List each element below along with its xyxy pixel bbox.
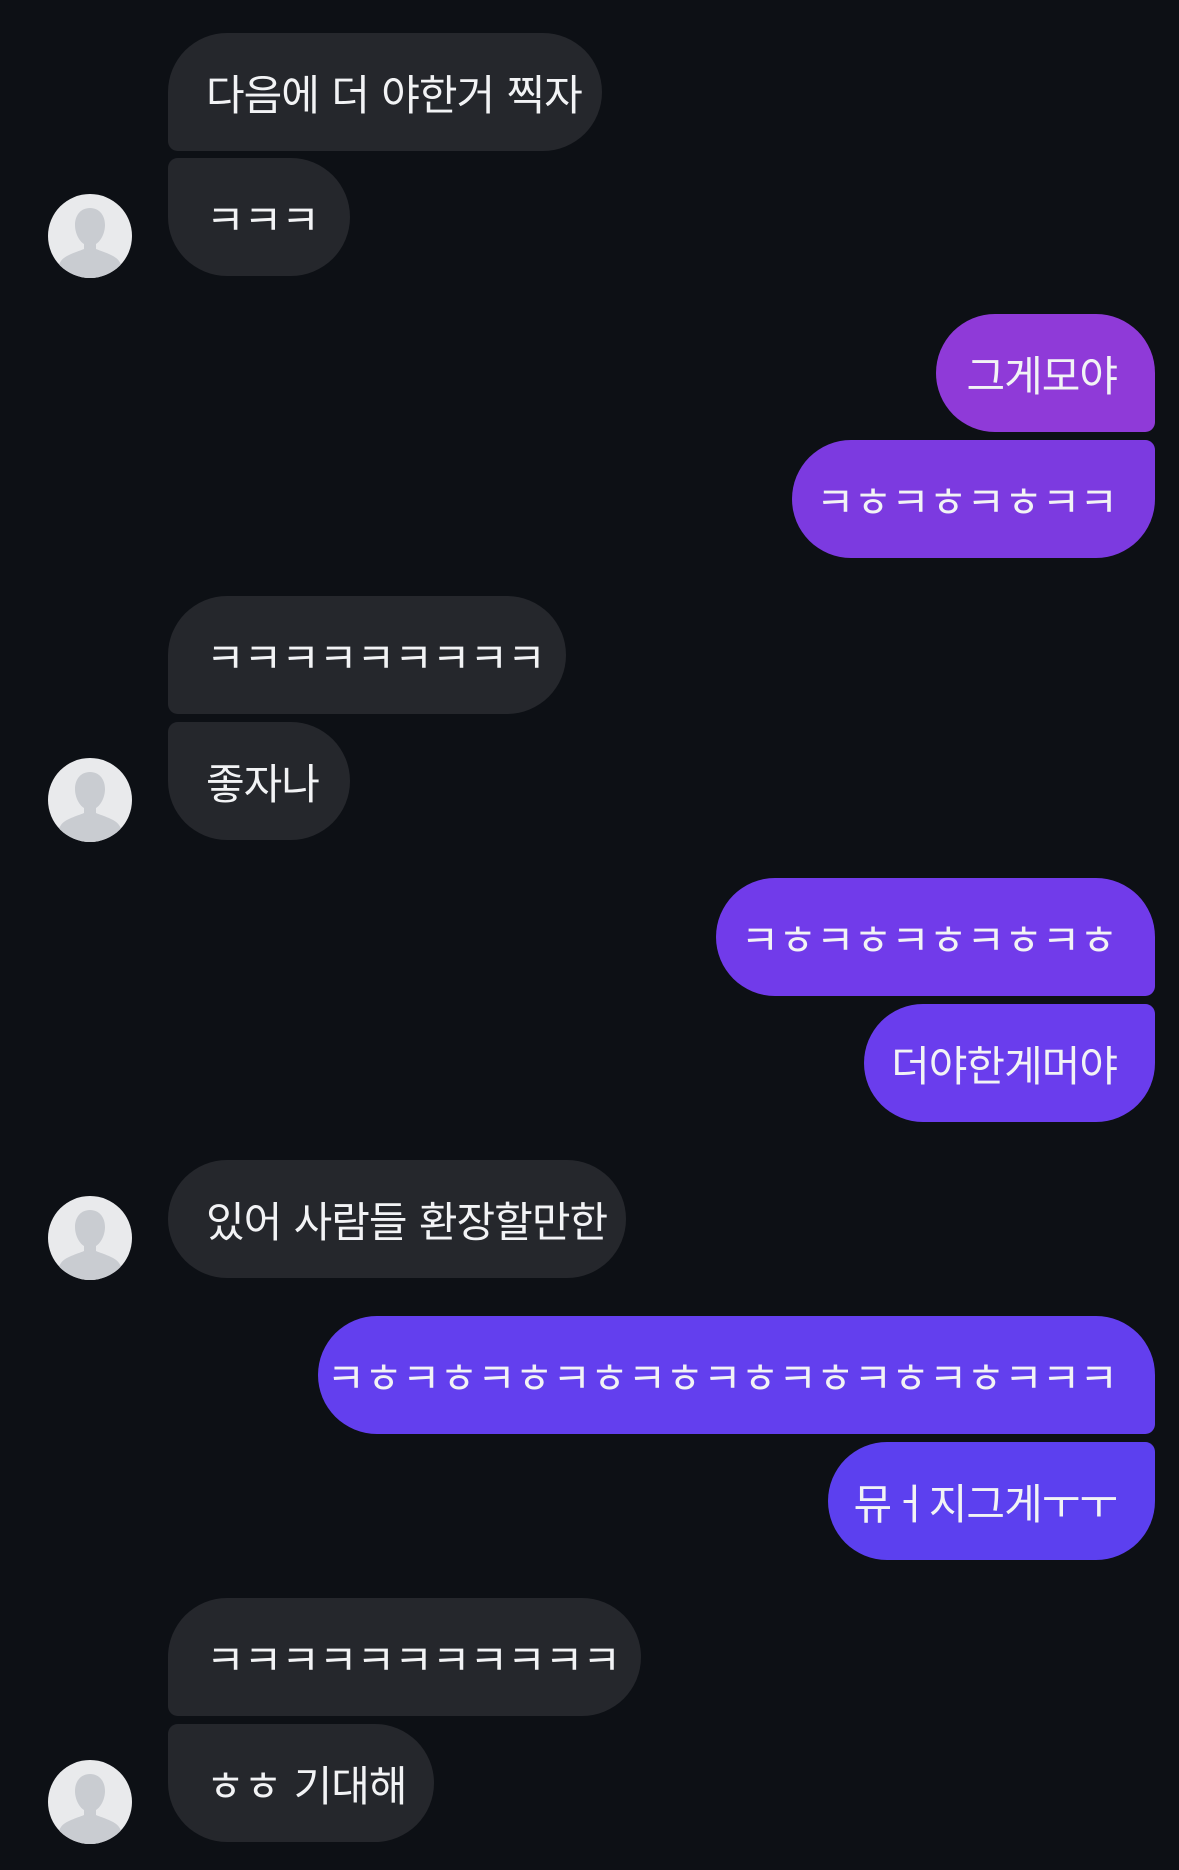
incoming-message-bubble[interactable]: 있어 사람들 환장할만한 xyxy=(168,1160,626,1278)
default-user-avatar-icon xyxy=(57,1774,123,1844)
message-text: 좋자나 xyxy=(206,759,320,809)
incoming-message-bubble[interactable]: 좋자나 xyxy=(168,722,350,840)
message-text: 다음에 더 야한거 찍자 xyxy=(206,70,583,120)
chat-thread: 다음에 더 야한거 찍자 ㅋㅋㅋ 그게모야 ㅋㅎㅋㅎㅋㅎㅋㅋ ㅋㅋㅋㅋㅋㅋㅋㅋㅋ… xyxy=(0,0,1179,1870)
contact-avatar[interactable] xyxy=(48,1760,132,1844)
contact-avatar[interactable] xyxy=(48,194,132,278)
message-text: ㅋㅎㅋㅎㅋㅎㅋㅎㅋㅎㅋㅎㅋㅎㅋㅎㅋㅎㅋㅋㅋ xyxy=(326,1353,1118,1403)
outgoing-message-bubble[interactable]: 그게모야 xyxy=(936,314,1155,432)
message-text: ㅋㅋㅋ xyxy=(206,195,320,245)
outgoing-message-bubble[interactable]: ㅋㅎㅋㅎㅋㅎㅋㅎㅋㅎ xyxy=(716,878,1155,996)
incoming-message-bubble[interactable]: ㅋㅋㅋㅋㅋㅋㅋㅋㅋㅋㅋ xyxy=(168,1598,641,1716)
incoming-message-bubble[interactable]: ㅎㅎ 기대해 xyxy=(168,1724,434,1842)
incoming-message-bubble[interactable]: ㅋㅋㅋㅋㅋㅋㅋㅋㅋ xyxy=(168,596,566,714)
message-text: 그게모야 xyxy=(966,351,1118,401)
outgoing-message-bubble[interactable]: ㅋㅎㅋㅎㅋㅎㅋㅋ xyxy=(792,440,1155,558)
outgoing-message-bubble[interactable]: ㅋㅎㅋㅎㅋㅎㅋㅎㅋㅎㅋㅎㅋㅎㅋㅎㅋㅎㅋㅋㅋ xyxy=(318,1316,1155,1434)
message-text: ㅋㅎㅋㅎㅋㅎㅋㅎㅋㅎ xyxy=(740,915,1118,965)
contact-avatar[interactable] xyxy=(48,1196,132,1280)
outgoing-message-bubble[interactable]: 뮤ㅓ지그게ㅜㅜ xyxy=(828,1442,1155,1560)
default-user-avatar-icon xyxy=(57,1210,123,1280)
message-text: ㅋㅎㅋㅎㅋㅎㅋㅋ xyxy=(815,477,1118,527)
message-text: ㅎㅎ 기대해 xyxy=(206,1761,408,1811)
message-text: 더야한게머야 xyxy=(891,1041,1118,1091)
message-text: 뮤ㅓ지그게ㅜㅜ xyxy=(853,1479,1118,1529)
incoming-message-bubble[interactable]: ㅋㅋㅋ xyxy=(168,158,350,276)
default-user-avatar-icon xyxy=(57,772,123,842)
message-text: ㅋㅋㅋㅋㅋㅋㅋㅋㅋ xyxy=(206,633,546,683)
message-text: 있어 사람들 환장할만한 xyxy=(206,1197,608,1247)
contact-avatar[interactable] xyxy=(48,758,132,842)
message-text: ㅋㅋㅋㅋㅋㅋㅋㅋㅋㅋㅋ xyxy=(206,1635,621,1685)
outgoing-message-bubble[interactable]: 더야한게머야 xyxy=(864,1004,1155,1122)
incoming-message-bubble[interactable]: 다음에 더 야한거 찍자 xyxy=(168,33,602,151)
default-user-avatar-icon xyxy=(57,208,123,278)
